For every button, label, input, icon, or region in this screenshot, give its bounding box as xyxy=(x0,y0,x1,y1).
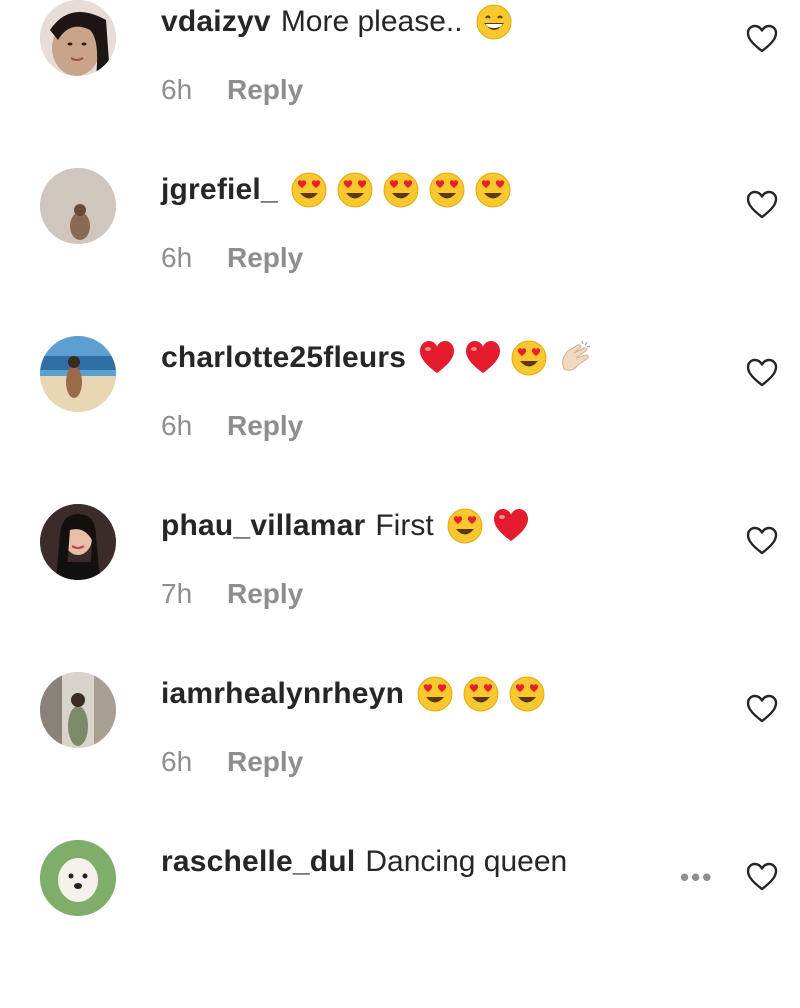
comment-list: vdaizyv More please.. 6h Reply jgrefiel_… xyxy=(0,0,800,916)
comment-emojis xyxy=(418,339,594,377)
avatar[interactable] xyxy=(40,336,116,412)
comment-item: vdaizyv More please.. 6h Reply xyxy=(0,0,800,168)
red-heart-emoji-icon xyxy=(492,507,530,545)
heart-eyes-emoji-icon xyxy=(462,675,500,713)
comment-timestamp: 6h xyxy=(161,410,193,441)
comment-text: First xyxy=(375,509,434,542)
avatar[interactable] xyxy=(40,840,116,916)
comment-timestamp: 6h xyxy=(161,74,193,105)
comment-item: jgrefiel_ 6h Reply xyxy=(0,168,800,336)
comment-text: Dancing queen xyxy=(365,845,568,878)
heart-like-icon[interactable] xyxy=(746,24,778,54)
comment-username[interactable]: raschelle_dul xyxy=(161,842,355,882)
comment-item: raschelle_dul Dancing queen ••• xyxy=(0,840,800,1008)
comment-username[interactable]: phau_villamar xyxy=(161,506,365,546)
comment-text: More please.. xyxy=(280,5,463,38)
comment-timestamp: 6h xyxy=(161,746,193,777)
reply-button[interactable]: Reply xyxy=(227,746,303,778)
heart-like-icon[interactable] xyxy=(746,694,778,724)
comment-username[interactable]: charlotte25fleurs xyxy=(161,338,406,378)
reply-button[interactable]: Reply xyxy=(227,74,303,106)
heart-like-icon[interactable] xyxy=(746,190,778,220)
comment-emojis xyxy=(416,675,546,713)
comment-emojis xyxy=(446,507,530,545)
heart-eyes-emoji-icon xyxy=(508,675,546,713)
comment-emojis xyxy=(290,171,512,209)
heart-eyes-emoji-icon xyxy=(416,675,454,713)
comment-username[interactable]: jgrefiel_ xyxy=(161,170,278,210)
comment-username[interactable]: iamrhealynrheyn xyxy=(161,674,404,714)
comment-timestamp: 6h xyxy=(161,242,193,273)
heart-eyes-emoji-icon xyxy=(446,507,484,545)
heart-eyes-emoji-icon xyxy=(290,171,328,209)
avatar[interactable] xyxy=(40,504,116,580)
red-heart-emoji-icon xyxy=(418,339,456,377)
heart-eyes-emoji-icon xyxy=(510,339,548,377)
heart-like-icon[interactable] xyxy=(746,358,778,388)
comment-timestamp: 7h xyxy=(161,578,193,609)
heart-eyes-emoji-icon xyxy=(382,171,420,209)
avatar[interactable] xyxy=(40,0,116,76)
avatar[interactable] xyxy=(40,168,116,244)
heart-like-icon[interactable] xyxy=(746,862,778,892)
heart-like-icon[interactable] xyxy=(746,526,778,556)
comment-item: charlotte25fleurs 6h Reply xyxy=(0,336,800,504)
comment-item: iamrhealynrheyn 6h Reply xyxy=(0,672,800,840)
red-heart-emoji-icon xyxy=(464,339,502,377)
more-options-button[interactable]: ••• xyxy=(680,862,713,893)
heart-eyes-emoji-icon xyxy=(474,171,512,209)
heart-eyes-emoji-icon xyxy=(336,171,374,209)
reply-button[interactable]: Reply xyxy=(227,242,303,274)
heart-eyes-emoji-icon xyxy=(428,171,466,209)
comment-item: phau_villamar First 7h Reply xyxy=(0,504,800,672)
grinning-face-emoji-icon xyxy=(475,3,513,41)
comment-emojis xyxy=(475,3,513,41)
comment-username[interactable]: vdaizyv xyxy=(161,2,271,42)
avatar[interactable] xyxy=(40,672,116,748)
reply-button[interactable]: Reply xyxy=(227,578,303,610)
clapping-hands-emoji-icon xyxy=(556,339,594,377)
reply-button[interactable]: Reply xyxy=(227,410,303,442)
